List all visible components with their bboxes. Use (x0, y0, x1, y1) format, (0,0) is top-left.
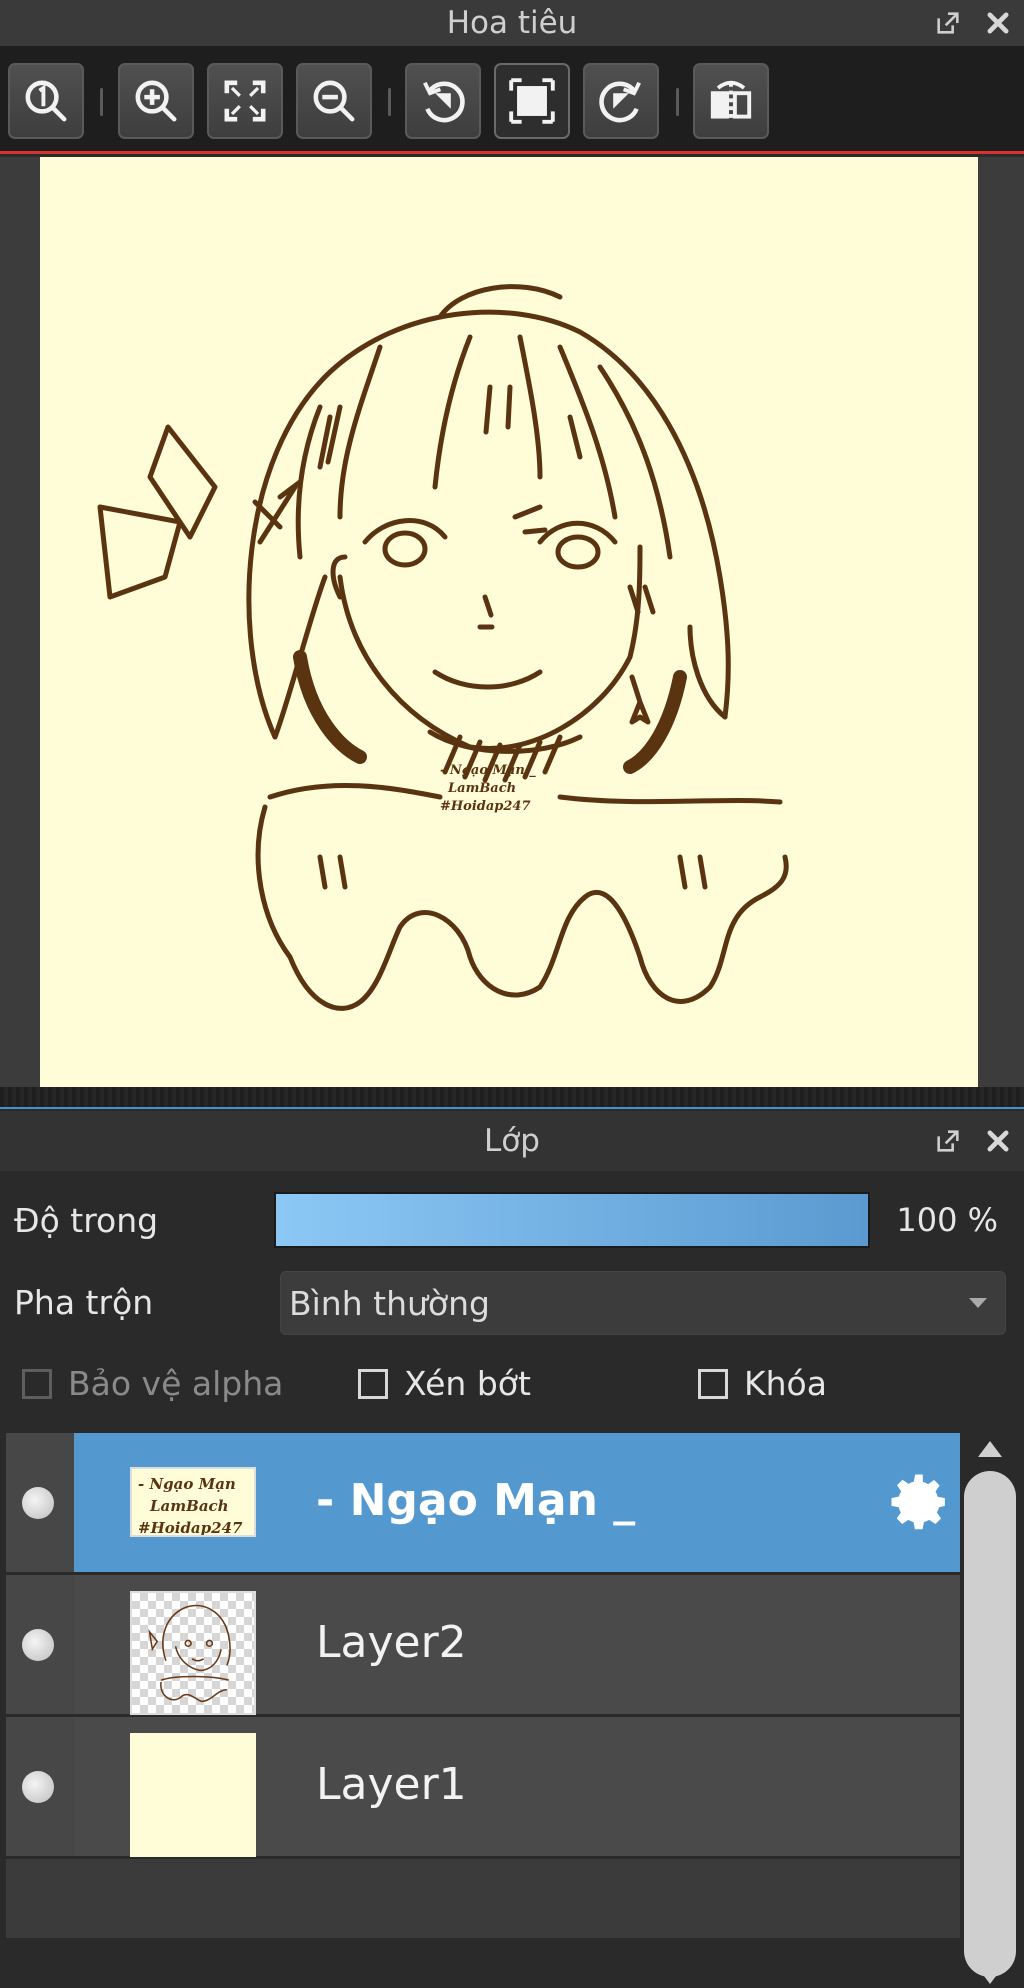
layer-visibility-toggle[interactable] (6, 1575, 74, 1714)
eye-icon (22, 1771, 54, 1803)
thumb-line: LamBach (150, 1497, 229, 1515)
opacity-slider[interactable] (274, 1192, 870, 1248)
layer-thumbnail: - Ngạo Mạn LamBach #Hoidap247 (130, 1467, 256, 1537)
layer-visibility-toggle[interactable] (6, 1717, 74, 1856)
zoom-in-icon[interactable] (118, 63, 194, 139)
close-icon[interactable] (982, 1125, 1014, 1157)
thumb-line: - Ngạo Mạn (138, 1475, 236, 1493)
layer-row[interactable]: Layer2 (6, 1575, 960, 1717)
protect-alpha-label: Bảo vệ alpha (68, 1364, 284, 1403)
layer-row[interactable]: - Ngạo Mạn LamBach #Hoidap247 - Ngạo Mạn… (6, 1433, 960, 1575)
opacity-value: 100 % (896, 1201, 998, 1239)
layer-content[interactable]: - Ngạo Mạn LamBach #Hoidap247 - Ngạo Mạn… (74, 1433, 960, 1572)
layer-thumbnail (130, 1591, 256, 1715)
layer-panel-body: Độ trong 100 % Pha trộn Bình thường Bảo … (0, 1171, 1024, 1988)
layer-list: - Ngạo Mạn LamBach #Hoidap247 - Ngạo Mạn… (6, 1433, 960, 1938)
clipping-checkbox[interactable]: Xén bớt (358, 1364, 531, 1403)
scroll-thumb[interactable] (964, 1471, 1016, 1977)
external-window-icon[interactable] (932, 1125, 964, 1157)
toolbar-separator (388, 88, 391, 116)
checkbox-box (22, 1368, 52, 1399)
fit-screen-icon[interactable] (207, 63, 283, 139)
clipping-label: Xén bớt (404, 1364, 531, 1403)
lock-label: Khóa (744, 1364, 827, 1403)
scroll-down-icon[interactable] (978, 1968, 1002, 1984)
flip-icon[interactable] (693, 63, 769, 139)
rotate-cw-icon[interactable] (583, 63, 659, 139)
layer-panel-title: Lớp (484, 1123, 540, 1159)
layer-name: Layer2 (316, 1617, 467, 1668)
layer-thumbnail (130, 1733, 256, 1857)
zoom-out-icon[interactable] (296, 63, 372, 139)
close-icon[interactable] (982, 7, 1014, 39)
rotate-ccw-icon[interactable] (405, 63, 481, 139)
layer-name: - Ngạo Mạn _ (316, 1475, 636, 1526)
protect-alpha-checkbox[interactable]: Bảo vệ alpha (22, 1364, 283, 1403)
blend-mode-value: Bình thường (289, 1283, 490, 1323)
canvas-preview[interactable]: - Ngạo Mạn _ LamBach #Hoidap247 (40, 157, 978, 1087)
watermark-line-2: LamBach (448, 781, 517, 796)
navigator-title: Hoa tiêu (446, 5, 578, 41)
thumb-line: #Hoidap247 (138, 1519, 243, 1537)
external-window-icon[interactable] (932, 7, 964, 39)
blend-mode-label: Pha trộn (14, 1283, 154, 1322)
line-art-drawing (97, 284, 789, 1011)
gear-icon[interactable] (886, 1469, 952, 1535)
canvas-watermark: - Ngạo Mạn _ LamBach #Hoidap247 (440, 762, 536, 816)
lock-checkbox[interactable]: Khóa (698, 1364, 827, 1403)
checkbox-box (698, 1368, 728, 1399)
checkbox-box (358, 1368, 388, 1399)
eye-icon (22, 1487, 54, 1519)
navigator-canvas[interactable]: - Ngạo Mạn _ LamBach #Hoidap247 (0, 157, 1024, 1087)
watermark-line-1: - Ngạo Mạn _ (440, 763, 536, 778)
watermark-line-3: #Hoidap247 (440, 799, 531, 814)
blend-mode-select[interactable]: Bình thường (280, 1271, 1006, 1335)
layer-row[interactable]: Layer1 (6, 1717, 960, 1859)
panel-splitter[interactable] (0, 1087, 1024, 1109)
layer-content[interactable]: Layer1 (74, 1717, 960, 1857)
frame-icon[interactable] (494, 63, 570, 139)
layer-options: Bảo vệ alpha Xén bớt Khóa (0, 1364, 1024, 1414)
opacity-label: Độ trong (14, 1201, 159, 1240)
toolbar-separator (676, 88, 679, 116)
scroll-up-icon[interactable] (978, 1441, 1002, 1457)
layer-panel-header: Lớp (0, 1111, 1024, 1171)
navigator-toolbar (0, 46, 1024, 154)
layer-list-scrollbar[interactable] (962, 1433, 1018, 1988)
eye-icon (22, 1629, 54, 1661)
navigator-panel-header: Hoa tiêu (0, 0, 1024, 46)
zoom-100-icon[interactable] (8, 63, 84, 139)
toolbar-separator (100, 88, 103, 116)
layer-content[interactable]: Layer2 (74, 1575, 960, 1715)
layer-name: Layer1 (316, 1759, 467, 1810)
chevron-down-icon (969, 1298, 987, 1308)
layer-visibility-toggle[interactable] (6, 1433, 74, 1572)
